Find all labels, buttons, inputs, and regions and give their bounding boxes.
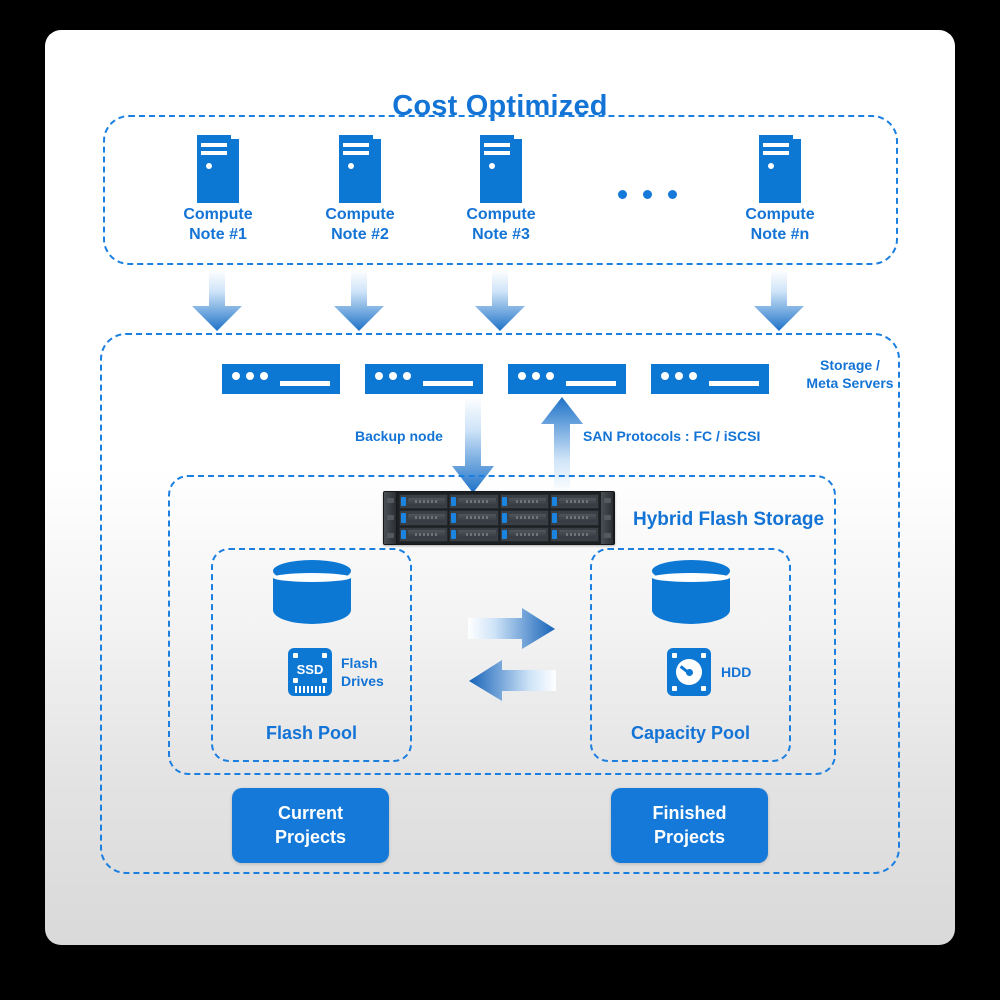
ssd-connector-pins <box>295 686 325 693</box>
diagram-canvas: Cost Optimized Compute Note #1 Compute N… <box>0 0 1000 1000</box>
compute-node-2-label-line1: Compute <box>325 206 395 223</box>
capacity-pool-title: Capacity Pool <box>630 723 751 743</box>
flash-drives-label-line2: Drives <box>341 672 384 689</box>
database-cylinder-icon <box>652 560 730 632</box>
rack-server-icon <box>508 364 626 394</box>
rack-server-icon <box>222 364 340 394</box>
storage-meta-servers-label: Storage / Meta Servers <box>785 357 915 392</box>
compute-node-2-label: Compute Note #2 <box>310 205 410 245</box>
arrow-left-tiering-icon <box>468 660 556 702</box>
compute-node-3-label: Compute Note #3 <box>451 205 551 245</box>
storage-servers-label-line2: Meta Servers <box>806 374 894 391</box>
arrow-down-compute-2-icon <box>332 270 386 332</box>
rack-server-icon <box>651 364 769 394</box>
arrow-right-tiering-icon <box>468 608 556 650</box>
flash-pool-title: Flash Pool <box>265 723 357 743</box>
compute-nodes-ellipsis <box>618 190 677 199</box>
rack-server-icon <box>365 364 483 394</box>
compute-node-1-label-line2: Note #1 <box>189 226 247 243</box>
arrow-down-compute-3-icon <box>473 270 527 332</box>
compute-node-n-label: Compute Note #n <box>730 205 830 245</box>
server-tower-icon <box>480 135 522 203</box>
ssd-icon: SSD <box>288 648 332 696</box>
current-projects-label-line1: Current <box>277 803 343 824</box>
current-projects-button[interactable]: Current Projects <box>232 788 389 863</box>
server-tower-icon <box>759 135 801 203</box>
compute-node-1-label: Compute Note #1 <box>168 205 268 245</box>
compute-node-3-label-line2: Note #3 <box>472 226 530 243</box>
arrow-down-compute-n-icon <box>752 270 806 332</box>
finished-projects-label-line1: Finished <box>652 803 727 824</box>
finished-projects-button[interactable]: Finished Projects <box>611 788 768 863</box>
hdd-spindle-hub <box>686 669 693 676</box>
compute-node-3-label-line1: Compute <box>466 206 536 223</box>
flash-drives-label-line1: Flash <box>341 655 378 671</box>
hdd-icon <box>667 648 711 696</box>
compute-node-1-label-line1: Compute <box>183 206 253 223</box>
server-tower-icon <box>339 135 381 203</box>
server-tower-icon <box>197 135 239 203</box>
hybrid-flash-storage-title: Hybrid Flash Storage <box>633 509 825 530</box>
diagram-card: Cost Optimized Compute Note #1 Compute N… <box>45 30 955 945</box>
database-cylinder-icon <box>273 560 351 632</box>
disk-array-chassis-icon <box>383 491 615 545</box>
flash-drives-label: Flash Drives <box>341 655 384 690</box>
chassis-right-ear <box>601 492 614 544</box>
compute-node-n-label-line1: Compute <box>745 206 815 223</box>
compute-node-2-label-line2: Note #2 <box>331 226 389 243</box>
hdd-label: HDD <box>721 664 752 680</box>
chassis-drive-bays <box>397 492 601 544</box>
chassis-left-ear <box>384 492 397 544</box>
compute-node-n-label-line2: Note #n <box>750 226 810 243</box>
san-protocols-label: SAN Protocols : FC / iSCSI <box>583 428 761 444</box>
backup-node-label: Backup node <box>355 428 443 444</box>
ssd-icon-label: SSD <box>296 662 324 677</box>
storage-servers-label-line1: Storage / <box>820 357 880 373</box>
current-projects-label-line2: Projects <box>274 826 347 847</box>
finished-projects-label-line2: Projects <box>653 826 726 847</box>
arrow-down-compute-1-icon <box>190 270 244 332</box>
